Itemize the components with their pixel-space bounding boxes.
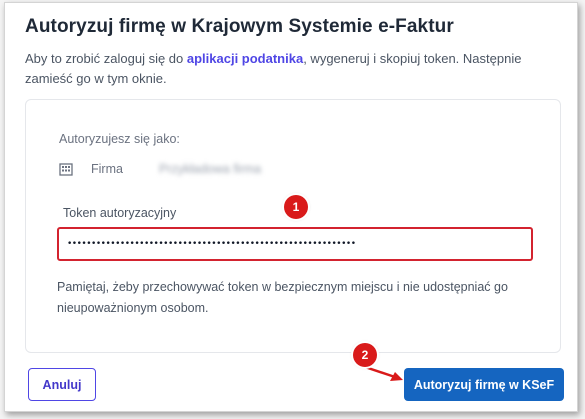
firm-name: Przykładowa firma bbox=[159, 162, 262, 176]
authorize-ksef-button[interactable]: Autoryzuj firmę w KSeF bbox=[404, 368, 564, 401]
building-icon bbox=[59, 162, 73, 176]
intro-text-before: Aby to zrobić zaloguj się do bbox=[25, 51, 187, 66]
authorize-dialog: Autoryzuj firmę w Krajowym Systemie e-Fa… bbox=[4, 2, 578, 412]
authorizing-as-label: Autoryzujesz się jako: bbox=[59, 132, 180, 146]
authorization-card: Autoryzujesz się jako: Firma Przykładowa… bbox=[25, 99, 561, 353]
security-hint: Pamiętaj, żeby przechowywać token w bezp… bbox=[57, 280, 508, 315]
dialog-title: Autoryzuj firmę w Krajowym Systemie e-Fa… bbox=[25, 16, 454, 37]
token-input[interactable] bbox=[57, 227, 533, 261]
firm-label: Firma bbox=[91, 162, 123, 176]
step-badge-2: 2 bbox=[353, 343, 377, 367]
cancel-button[interactable]: Anuluj bbox=[28, 368, 96, 401]
firm-row: Firma Przykładowa firma bbox=[59, 160, 261, 178]
step-badge-1: 1 bbox=[284, 195, 308, 219]
dialog-intro: Aby to zrobić zaloguj się do aplikacji p… bbox=[25, 49, 565, 89]
token-label: Token autoryzacyjny bbox=[63, 206, 177, 220]
taxpayer-app-link[interactable]: aplikacji podatnika bbox=[187, 51, 303, 66]
